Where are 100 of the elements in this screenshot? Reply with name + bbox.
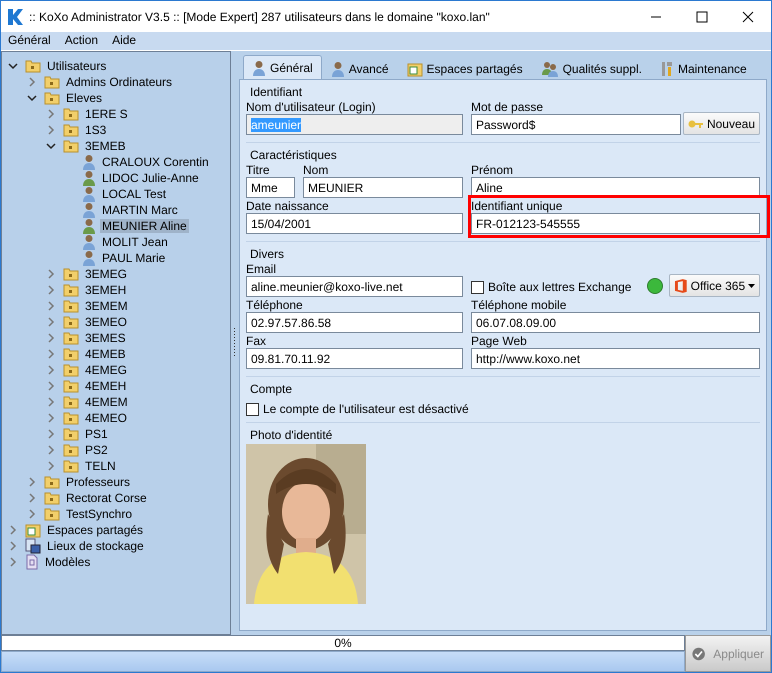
progress-text: 0% (334, 636, 352, 650)
tree-item[interactable]: 4EMEH (83, 379, 128, 393)
field-label: Fax (246, 334, 268, 348)
tree-item[interactable]: 4EMEO (83, 411, 130, 425)
checkbox[interactable] (246, 402, 259, 416)
tree-item[interactable]: TELN (83, 459, 118, 473)
storage-icon (25, 538, 41, 554)
folder-icon (44, 75, 60, 89)
folder-icon (63, 315, 79, 329)
tree-item[interactable]: MOLIT Jean (100, 235, 170, 249)
tools-icon (660, 61, 674, 77)
tree-item[interactable]: 3EMEO (83, 315, 130, 329)
group-title: Divers (250, 247, 286, 261)
checkbox-label: Boîte aux lettres Exchange (488, 280, 632, 294)
menu-item[interactable]: Action (58, 32, 106, 50)
tree-item[interactable]: PAUL Marie (100, 251, 168, 265)
field-label: Date naissance (246, 199, 330, 213)
tree-item[interactable]: 4EMEM (83, 395, 130, 409)
folder-icon (63, 411, 79, 425)
folder-icon (63, 139, 79, 153)
tree-item[interactable]: PS2 (83, 443, 110, 457)
close-icon (742, 10, 754, 22)
person-icon (82, 170, 96, 186)
tree-item[interactable]: 4EMEB (83, 347, 128, 361)
tree-item[interactable]: 1ERE S (83, 107, 130, 121)
tab[interactable]: Qualités suppl. (532, 58, 651, 79)
folder-icon (44, 507, 60, 521)
tab[interactable]: Maintenance (650, 58, 756, 79)
tree-item[interactable]: Modèles (43, 555, 92, 569)
checkbox-label: Le compte de l'utilisateur est désactivé (263, 402, 469, 416)
tree-item[interactable]: 3EMES (83, 331, 128, 345)
field-label: Titre (246, 163, 271, 177)
text-field[interactable]: http://www.koxo.net (471, 348, 760, 369)
tree-item[interactable]: Utilisateurs (45, 59, 108, 73)
caret-icon (748, 284, 755, 288)
tree-item[interactable]: Professeurs (64, 475, 132, 489)
group-title: Compte (250, 382, 294, 396)
tab[interactable]: Général (243, 55, 322, 79)
tree-item[interactable]: 3EMEB (83, 139, 128, 153)
field-label: Prénom (471, 163, 514, 177)
field-label: Nom d'utilisateur (Login) (246, 100, 377, 114)
tree-item[interactable]: 3EMEH (83, 283, 128, 297)
tree-item[interactable]: TestSynchro (64, 507, 134, 521)
text-field[interactable]: 15/04/2001 (246, 213, 463, 234)
text-field[interactable]: Mme (246, 177, 295, 198)
check-icon (692, 646, 706, 662)
folder-icon (63, 395, 79, 409)
tree-item[interactable]: 1S3 (83, 123, 108, 137)
person-icon (330, 61, 345, 77)
tree-item[interactable]: LOCAL Test (100, 187, 168, 201)
person-icon (82, 218, 96, 234)
tree-item[interactable]: Rectorat Corse (64, 491, 149, 505)
folder-icon (44, 491, 60, 505)
tree-item[interactable]: 3EMEG (83, 267, 130, 281)
field-label: Identifiant unique (471, 199, 564, 213)
office-logo-icon (674, 278, 688, 294)
tree-item[interactable]: Eleves (64, 91, 104, 105)
tree-item[interactable]: 3EMEM (83, 299, 130, 313)
folder-icon (44, 475, 60, 489)
folder-icon (63, 379, 79, 393)
tree-item[interactable]: MEUNIER Aline (100, 219, 189, 233)
key-icon (688, 118, 704, 130)
person-icon (82, 202, 96, 218)
office-dropdown[interactable]: Office 365 (669, 274, 760, 297)
text-field[interactable]: 02.97.57.86.58 (246, 312, 463, 333)
tree-item[interactable]: LIDOC Julie-Anne (100, 171, 201, 185)
field-label: Téléphone mobile (471, 298, 568, 312)
text-field[interactable]: FR-012123-545555 (471, 213, 760, 234)
folder-icon (63, 347, 79, 361)
person-icon (82, 154, 96, 170)
tree-item[interactable]: Admins Ordinateurs (64, 75, 174, 89)
tree-item[interactable]: Lieux de stockage (45, 539, 146, 553)
tree-item[interactable]: Espaces partagés (45, 523, 146, 537)
text-field[interactable]: 09.81.70.11.92 (246, 348, 463, 369)
checkbox[interactable] (471, 280, 484, 294)
text-field[interactable]: Password$ (471, 114, 681, 135)
person-icon (252, 60, 266, 76)
folder-icon (25, 59, 41, 73)
maximize-icon (696, 10, 708, 22)
new-password-button[interactable]: Nouveau (682, 112, 760, 135)
tab[interactable]: Espaces partagés (398, 58, 532, 79)
people-icon (540, 61, 559, 77)
folder-icon (63, 123, 79, 137)
tree-item[interactable]: CRALOUX Corentin (100, 155, 211, 169)
tree-item[interactable]: 4EMEG (83, 363, 130, 377)
menu-item[interactable]: Général (1, 32, 58, 50)
text-field[interactable]: aline.meunier@koxo-live.net (246, 276, 463, 297)
folder-icon (63, 107, 79, 121)
folder-icon (63, 459, 79, 473)
folder-icon (63, 363, 79, 377)
tree-item[interactable]: PS1 (83, 427, 110, 441)
tab[interactable]: Avancé (322, 58, 398, 79)
splitter-grip-icon[interactable] (232, 328, 236, 358)
text-field[interactable]: 06.07.08.09.00 (471, 312, 760, 333)
menu-item[interactable]: Aide (105, 32, 144, 50)
text-field[interactable]: MEUNIER (303, 177, 463, 198)
folder-icon (63, 443, 79, 457)
app-logo-icon (7, 8, 23, 26)
tree-item[interactable]: MARTIN Marc (100, 203, 180, 217)
folder-icon (63, 267, 79, 281)
